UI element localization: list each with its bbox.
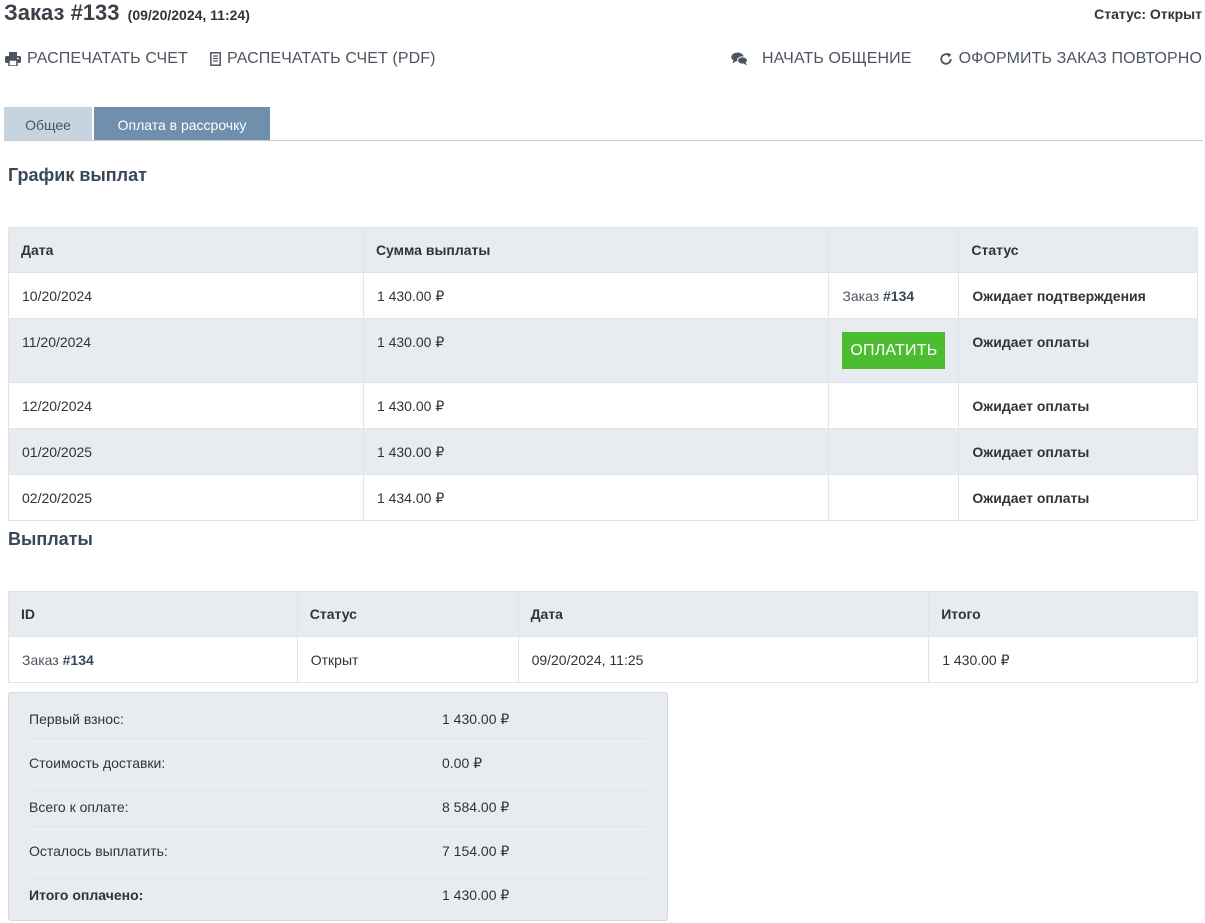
payment-schedule-table: Дата Сумма выплаты Статус 10/20/2024 1 4… <box>8 227 1198 521</box>
schedule-status: Ожидает оплаты <box>958 318 1198 383</box>
order-status: Статус: Открыт <box>1094 6 1202 22</box>
payment-status: Открыт <box>296 636 519 683</box>
summary-label: Первый взнос: <box>29 711 124 727</box>
table-row: Заказ #134 Открыт 09/20/2024, 11:25 1 43… <box>8 636 1198 683</box>
payment-link-number: #134 <box>62 652 94 668</box>
pay-button[interactable]: ОПЛАТИТЬ <box>842 332 946 369</box>
schedule-action-cell: ОПЛАТИТЬ <box>828 318 960 383</box>
schedule-status: Ожидает оплаты <box>958 382 1198 429</box>
schedule-title: График выплат <box>8 165 147 185</box>
summary-value: 1 430.00 ₽ <box>442 711 510 727</box>
summary-row: Первый взнос: 1 430.00 ₽ <box>29 698 647 742</box>
start-chat-button[interactable]: НАЧАТЬ ОБЩЕНИЕ <box>731 50 912 68</box>
summary-row-total: Итого оплачено: 1 430.00 ₽ <box>29 874 647 918</box>
column-header: ID <box>8 591 298 637</box>
column-header: Статус <box>958 227 1198 273</box>
summary-value: 8 584.00 ₽ <box>442 799 510 815</box>
column-header <box>828 227 960 273</box>
schedule-status: Ожидает оплаты <box>958 474 1198 521</box>
summary-value: 1 430.00 ₽ <box>442 887 510 903</box>
order-actions: РАСПЕЧАТАТЬ СЧЕТ РАСПЕЧАТАТЬ СЧЕТ (PDF) … <box>4 50 1202 76</box>
print-invoice-pdf-label: РАСПЕЧАТАТЬ СЧЕТ (PDF) <box>227 50 436 67</box>
schedule-amount: 1 430.00 ₽ <box>362 382 830 429</box>
column-header: Статус <box>296 591 519 637</box>
refresh-icon <box>939 52 953 66</box>
schedule-amount: 1 430.00 ₽ <box>362 428 830 475</box>
summary-value: 7 154.00 ₽ <box>442 843 510 859</box>
print-invoice-pdf-button[interactable]: РАСПЕЧАТАТЬ СЧЕТ (PDF) <box>210 50 436 68</box>
summary-row: Всего к оплате: 8 584.00 ₽ <box>29 786 647 830</box>
payment-link-prefix: Заказ <box>22 652 59 668</box>
schedule-amount: 1 430.00 ₽ <box>362 318 830 383</box>
schedule-status: Ожидает оплаты <box>958 428 1198 475</box>
table-row: 10/20/2024 1 430.00 ₽ Заказ #134 Ожидает… <box>8 272 1198 319</box>
column-header: Дата <box>517 591 930 637</box>
schedule-amount: 1 430.00 ₽ <box>362 272 830 319</box>
payment-order-link[interactable]: Заказ #134 <box>22 652 94 668</box>
table-header-row: Дата Сумма выплаты Статус <box>8 227 1198 273</box>
schedule-amount: 1 434.00 ₽ <box>362 474 830 521</box>
schedule-date: 10/20/2024 <box>8 272 364 319</box>
payments-title: Выплаты <box>8 529 93 549</box>
schedule-action-cell: Заказ #134 <box>828 272 960 319</box>
table-row: 11/20/2024 1 430.00 ₽ ОПЛАТИТЬ Ожидает о… <box>8 318 1198 383</box>
schedule-action-cell <box>828 474 960 521</box>
summary-label: Всего к оплате: <box>29 799 129 815</box>
start-chat-label: НАЧАТЬ ОБЩЕНИЕ <box>762 50 912 67</box>
schedule-date: 11/20/2024 <box>8 318 364 383</box>
payment-summary: Первый взнос: 1 430.00 ₽ Стоимость достав… <box>8 692 668 921</box>
column-header: Дата <box>8 227 364 273</box>
print-invoice-label: РАСПЕЧАТАТЬ СЧЕТ <box>27 50 188 67</box>
summary-row: Стоимость доставки: 0.00 ₽ <box>29 742 647 786</box>
summary-row: Осталось выплатить: 7 154.00 ₽ <box>29 830 647 874</box>
page-title: Заказ #133 (09/20/2024, 11:24) <box>4 0 250 26</box>
summary-value: 0.00 ₽ <box>442 755 483 771</box>
table-row: 12/20/2024 1 430.00 ₽ Ожидает оплаты <box>8 382 1198 429</box>
schedule-date: 01/20/2025 <box>8 428 364 475</box>
payment-date: 09/20/2024, 11:25 <box>517 636 930 683</box>
order-link-prefix: Заказ <box>842 288 880 304</box>
schedule-date: 12/20/2024 <box>8 382 364 429</box>
schedule-action-cell <box>828 428 960 475</box>
schedule-action-cell <box>828 382 960 429</box>
reorder-label: ОФОРМИТЬ ЗАКАЗ ПОВТОРНО <box>958 50 1202 67</box>
order-link-number: #134 <box>883 288 915 304</box>
tab-installment[interactable]: Оплата в рассрочку <box>94 107 270 140</box>
column-header: Итого <box>928 591 1198 637</box>
column-header: Сумма выплаты <box>362 227 830 273</box>
chat-icon <box>731 52 748 66</box>
summary-label: Итого оплачено: <box>29 887 144 903</box>
table-row: 01/20/2025 1 430.00 ₽ Ожидает оплаты <box>8 428 1198 475</box>
printer-icon <box>5 52 21 66</box>
order-header: Заказ #133 (09/20/2024, 11:24) Статус: О… <box>4 0 1202 30</box>
summary-label: Осталось выплатить: <box>29 843 168 859</box>
print-invoice-button[interactable]: РАСПЕЧАТАТЬ СЧЕТ <box>5 50 188 68</box>
order-tabs: Общее Оплата в рассрочку <box>4 107 1203 141</box>
document-icon <box>210 52 221 66</box>
order-datetime: (09/20/2024, 11:24) <box>127 7 250 23</box>
payment-total: 1 430.00 ₽ <box>928 636 1198 683</box>
table-row: 02/20/2025 1 434.00 ₽ Ожидает оплаты <box>8 474 1198 521</box>
order-link-134[interactable]: Заказ #134 <box>842 288 914 304</box>
schedule-status: Ожидает подтверждения <box>958 272 1198 319</box>
order-title-text: Заказ #133 <box>4 0 120 25</box>
reorder-button[interactable]: ОФОРМИТЬ ЗАКАЗ ПОВТОРНО <box>939 50 1202 68</box>
payments-table: ID Статус Дата Итого Заказ #134 Открыт 0… <box>8 591 1198 683</box>
summary-label: Стоимость доставки: <box>29 755 166 771</box>
tab-general[interactable]: Общее <box>4 107 92 140</box>
table-header-row: ID Статус Дата Итого <box>8 591 1198 637</box>
schedule-date: 02/20/2025 <box>8 474 364 521</box>
payment-id-cell: Заказ #134 <box>8 636 298 683</box>
